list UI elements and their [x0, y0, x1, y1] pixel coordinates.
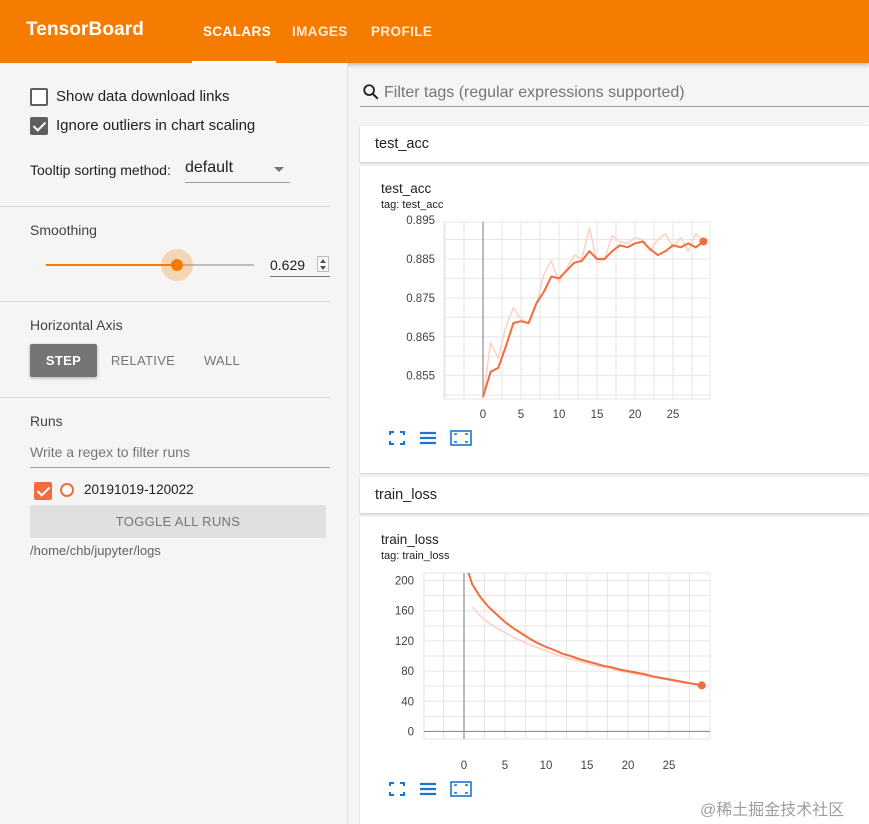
- category-name: test_acc: [375, 136, 429, 152]
- log-directory: /home/chb/jupyter/logs: [30, 543, 161, 558]
- series-line-smoothed: [467, 573, 702, 687]
- horizontal-axis-title: Horizontal Axis: [30, 317, 123, 333]
- show-download-links-label: Show data download links: [56, 88, 230, 105]
- runs-filter-placeholder: Write a regex to filter runs: [30, 444, 191, 460]
- smoothing-value: 0.629: [270, 257, 306, 273]
- y-tick-label: 0.855: [406, 371, 435, 383]
- y-tick-label: 0.865: [406, 332, 435, 344]
- x-tick-label: 10: [540, 760, 553, 772]
- list-icon[interactable]: [419, 430, 437, 446]
- series-line-smoothed: [482, 240, 705, 398]
- sidebar: Show data download links Ignore outliers…: [0, 63, 348, 824]
- run-checkbox[interactable]: [34, 482, 52, 500]
- divider: [0, 397, 331, 398]
- ignore-outliers-label: Ignore outliers in chart scaling: [56, 117, 256, 134]
- series-line-raw: [482, 226, 704, 399]
- y-tick-label: 0.875: [406, 293, 435, 305]
- smoothing-slider-thumb[interactable]: [171, 259, 183, 271]
- runs-filter-input[interactable]: Write a regex to filter runs: [30, 444, 330, 468]
- search-icon: [363, 84, 379, 100]
- x-tick-label: 15: [591, 409, 604, 421]
- tab-profile[interactable]: PROFILE: [371, 24, 432, 39]
- scalar-card-train-loss: train_loss tag: train_loss 0 5 10 15 20 25 0 40…: [360, 517, 869, 824]
- y-tick-label: 0: [408, 726, 414, 738]
- y-tick-label: 80: [401, 666, 414, 678]
- divider: [0, 301, 331, 302]
- category-header-train-loss[interactable]: train_loss: [360, 477, 869, 513]
- x-tick-label: 0: [461, 760, 467, 772]
- fullscreen-icon[interactable]: [388, 781, 406, 797]
- runs-title: Runs: [30, 413, 63, 429]
- y-tick-label: 160: [395, 606, 414, 618]
- tab-scalars[interactable]: SCALARS: [203, 24, 271, 39]
- ignore-outliers-checkbox[interactable]: [30, 117, 48, 135]
- y-tick-label: 40: [401, 696, 414, 708]
- fit-domain-icon[interactable]: [450, 781, 472, 797]
- app-brand: TensorBoard: [26, 19, 144, 40]
- divider: [0, 206, 331, 207]
- tooltip-sorting-value: default: [185, 159, 234, 176]
- chevron-down-icon: [274, 167, 284, 172]
- x-tick-label: 25: [667, 409, 680, 421]
- axis-relative-button[interactable]: RELATIVE: [106, 344, 180, 377]
- x-tick-label: 20: [622, 760, 635, 772]
- y-tick-label: 0.885: [406, 254, 435, 266]
- fit-domain-icon[interactable]: [450, 430, 472, 446]
- smoothing-title: Smoothing: [30, 222, 97, 238]
- watermark: @稀土掘金技术社区: [700, 802, 845, 819]
- tab-images[interactable]: IMAGES: [292, 24, 348, 39]
- list-icon[interactable]: [419, 781, 437, 797]
- tag-filter-placeholder: Filter tags (regular expressions support…: [384, 84, 685, 101]
- category-name: train_loss: [375, 487, 438, 503]
- last-point-marker: [697, 681, 706, 690]
- top-app-bar: TensorBoard SCALARS IMAGES PROFILE: [0, 0, 869, 63]
- spinner-icon[interactable]: [317, 256, 329, 272]
- axis-step-button[interactable]: STEP: [30, 344, 97, 377]
- x-tick-label: 15: [581, 760, 594, 772]
- fullscreen-icon[interactable]: [388, 430, 406, 446]
- x-tick-label: 5: [502, 760, 508, 772]
- smoothing-slider-fill: [46, 264, 177, 266]
- smoothing-number-input[interactable]: 0.629: [270, 255, 330, 277]
- x-tick-label: 5: [518, 409, 524, 421]
- run-color-circle[interactable]: [60, 483, 74, 497]
- chart-train-loss[interactable]: 0 5 10 15 20 25 0 40 80 120 160 200: [360, 517, 869, 779]
- show-download-links-checkbox[interactable]: [30, 88, 48, 106]
- run-name: 20191019-120022: [84, 482, 194, 497]
- axis-wall-button[interactable]: WALL: [196, 344, 248, 377]
- category-header-test-acc[interactable]: test_acc: [360, 126, 869, 162]
- x-tick-label: 20: [629, 409, 642, 421]
- x-tick-label: 0: [480, 409, 486, 421]
- tooltip-sorting-label: Tooltip sorting method:: [30, 162, 171, 178]
- tag-filter-input[interactable]: Filter tags (regular expressions support…: [360, 80, 869, 107]
- y-tick-label: 0.895: [406, 215, 435, 227]
- x-tick-label: 10: [553, 409, 566, 421]
- chart-test-acc[interactable]: 0 5 10 15 20 25 0.855 0.865 0.875 0.885 0.895: [360, 166, 869, 426]
- scalar-card-test-acc: test_acc tag: test_acc 0 5 10 15 20 25 0.855 0.…: [360, 166, 869, 473]
- toggle-all-runs-button[interactable]: TOGGLE ALL RUNS: [30, 505, 326, 538]
- y-tick-label: 120: [395, 636, 414, 648]
- y-tick-label: 200: [395, 576, 414, 588]
- last-point-marker: [699, 237, 708, 246]
- x-tick-label: 25: [663, 760, 676, 772]
- tooltip-sorting-select[interactable]: default: [185, 159, 290, 183]
